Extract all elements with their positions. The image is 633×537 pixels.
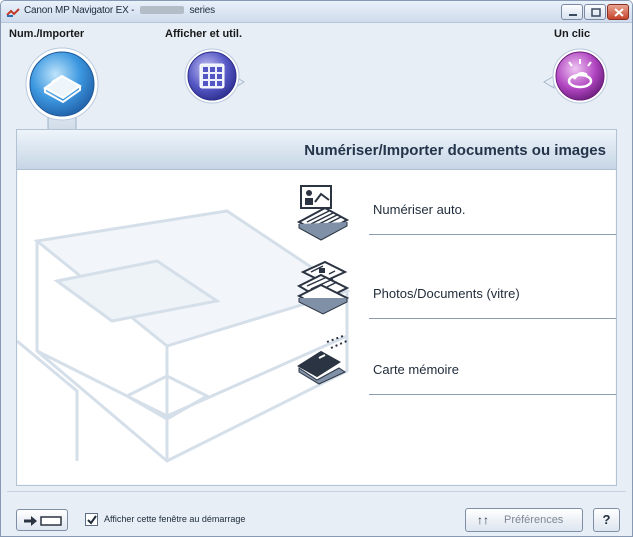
divider [369, 318, 616, 319]
checkmark-icon [87, 515, 97, 525]
close-button[interactable] [607, 4, 629, 20]
memory-card-label: Carte mémoire [373, 362, 459, 377]
redacted-model [139, 6, 184, 14]
maximize-button[interactable] [584, 4, 606, 20]
scan-import-panel: Numériser/Importer documents ou images N… [16, 129, 617, 486]
one-click-icon [543, 48, 608, 104]
app-icon [6, 8, 20, 17]
auto-scan-icon [296, 185, 350, 241]
memory-card-icon [297, 335, 350, 385]
show-on-startup-checkbox[interactable] [85, 513, 98, 526]
switch-mode-button[interactable] [16, 509, 68, 531]
tab-one-click[interactable]: Un clic [536, 24, 626, 124]
title-bar: Canon MP Navigator EX - series [1, 1, 632, 23]
tab-one-click-label: Un clic [554, 28, 591, 40]
auto-scan-label: Numériser auto. [373, 202, 466, 217]
window-title-suffix: series [186, 5, 215, 16]
divider [369, 234, 616, 235]
app-window: Canon MP Navigator EX - series Num./Impo… [0, 0, 633, 537]
photos-documents-label: Photos/Documents (vitre) [373, 286, 520, 301]
panel-title: Numériser/Importer documents ou images [304, 142, 606, 159]
bottom-bar: Afficher cette fenêtre au démarrage ↑↑ P… [1, 491, 632, 536]
tab-view-use-label: Afficher et util. [165, 28, 243, 40]
photos-documents-action[interactable]: Photos/Documents (vitre) [289, 260, 616, 326]
tab-view-use[interactable]: Afficher et util. [161, 24, 281, 124]
preferences-button[interactable]: ↑↑ Préférences [465, 508, 583, 532]
panel-header: Numériser/Importer documents ou images [17, 130, 616, 170]
tab-scan-import[interactable]: Num./Importer [7, 24, 117, 142]
bottom-separator [7, 491, 626, 492]
mode-tabs: Num./Importer Afficher et util. Un clic [1, 24, 632, 144]
arrow-right-icon [24, 516, 62, 526]
memory-card-action[interactable]: Carte mémoire [289, 335, 616, 402]
auto-scan-action[interactable]: Numériser auto. [289, 182, 616, 242]
tab-scan-import-label: Num./Importer [9, 28, 85, 40]
preferences-label: Préférences [504, 514, 564, 526]
divider [369, 394, 616, 395]
scanner-icon [25, 47, 99, 141]
window-title-prefix: Canon MP Navigator EX - [24, 5, 137, 16]
window-title: Canon MP Navigator EX - series [24, 5, 215, 16]
preferences-icon: ↑↑ [477, 513, 489, 527]
minimize-button[interactable] [561, 4, 583, 20]
view-grid-icon [184, 48, 245, 104]
photos-documents-icon [296, 260, 350, 315]
show-on-startup-label: Afficher cette fenêtre au démarrage [104, 514, 246, 524]
help-button[interactable]: ? [593, 508, 620, 532]
